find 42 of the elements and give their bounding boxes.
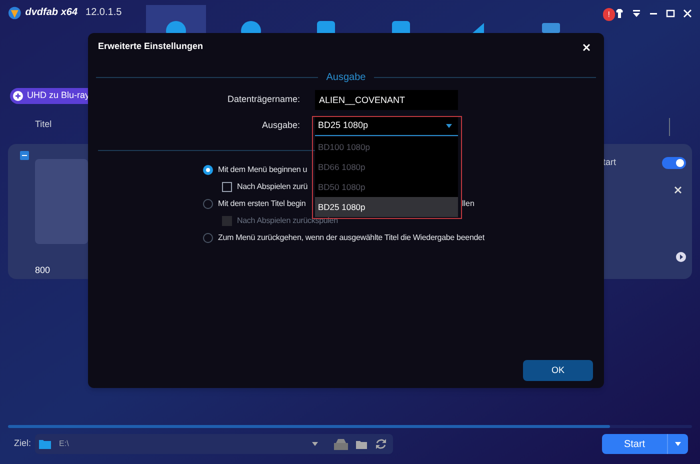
radio-button[interactable]	[203, 232, 213, 242]
option-label: Zum Menü zurückgehen, wenn der ausgewählte Titel die Wiedergabe beendet	[218, 232, 484, 244]
destination-field[interactable]: E:\	[35, 434, 394, 454]
caret-icon	[675, 442, 681, 446]
caret-icon	[312, 442, 318, 446]
iso-drive-icon[interactable]	[334, 438, 348, 450]
version-text: 12.0.1.5	[86, 6, 122, 20]
radio-button[interactable]	[203, 164, 213, 174]
caret-icon	[446, 124, 452, 128]
ok-button[interactable]: OK	[523, 360, 593, 381]
play-icon[interactable]	[676, 252, 686, 262]
section-title: Ausgabe	[326, 71, 366, 85]
column-header: Titel	[35, 118, 52, 131]
start-button[interactable]: Start	[602, 434, 688, 454]
toggle-switch[interactable]	[662, 156, 686, 169]
dialog-title: Erweiterte Einstellungen	[98, 40, 204, 54]
duration-text: 800	[35, 264, 52, 277]
folder-icon	[39, 439, 52, 449]
dropdown-menu-icon[interactable]	[632, 9, 641, 18]
plus-icon	[13, 91, 23, 101]
option-label: Mit dem ersten Titel begin	[218, 198, 306, 210]
notification-badge: !	[602, 8, 615, 21]
radio-button[interactable]	[203, 198, 213, 208]
field-label: Ausgabe:	[260, 119, 301, 132]
close-icon[interactable]	[674, 186, 682, 194]
maximize-icon[interactable]	[666, 9, 675, 18]
logo-icon	[8, 6, 22, 20]
option-label: Nach Abspielen zurückspulen	[237, 214, 338, 226]
option-label: llen	[462, 198, 474, 210]
app-logo-text: dvdfab x64	[25, 6, 78, 20]
title-checkbox[interactable]	[20, 151, 29, 160]
folder-icon[interactable]	[356, 440, 368, 448]
output-select[interactable]: BD25 1080p	[315, 116, 458, 136]
refresh-icon[interactable]	[375, 438, 388, 450]
checkbox[interactable]	[222, 182, 232, 192]
option-label: Nach Abspielen zurü	[237, 180, 308, 192]
disc-name-field[interactable]: ALIEN__COVENANT	[315, 90, 458, 110]
shirt-icon[interactable]	[615, 9, 624, 18]
option-label: Mit dem Menü beginnen u	[218, 164, 308, 176]
dropdown-option[interactable]: BD25 1080p	[315, 197, 458, 217]
field-label: Datenträgername:	[226, 93, 301, 106]
destination-label: Ziel:	[14, 437, 32, 450]
